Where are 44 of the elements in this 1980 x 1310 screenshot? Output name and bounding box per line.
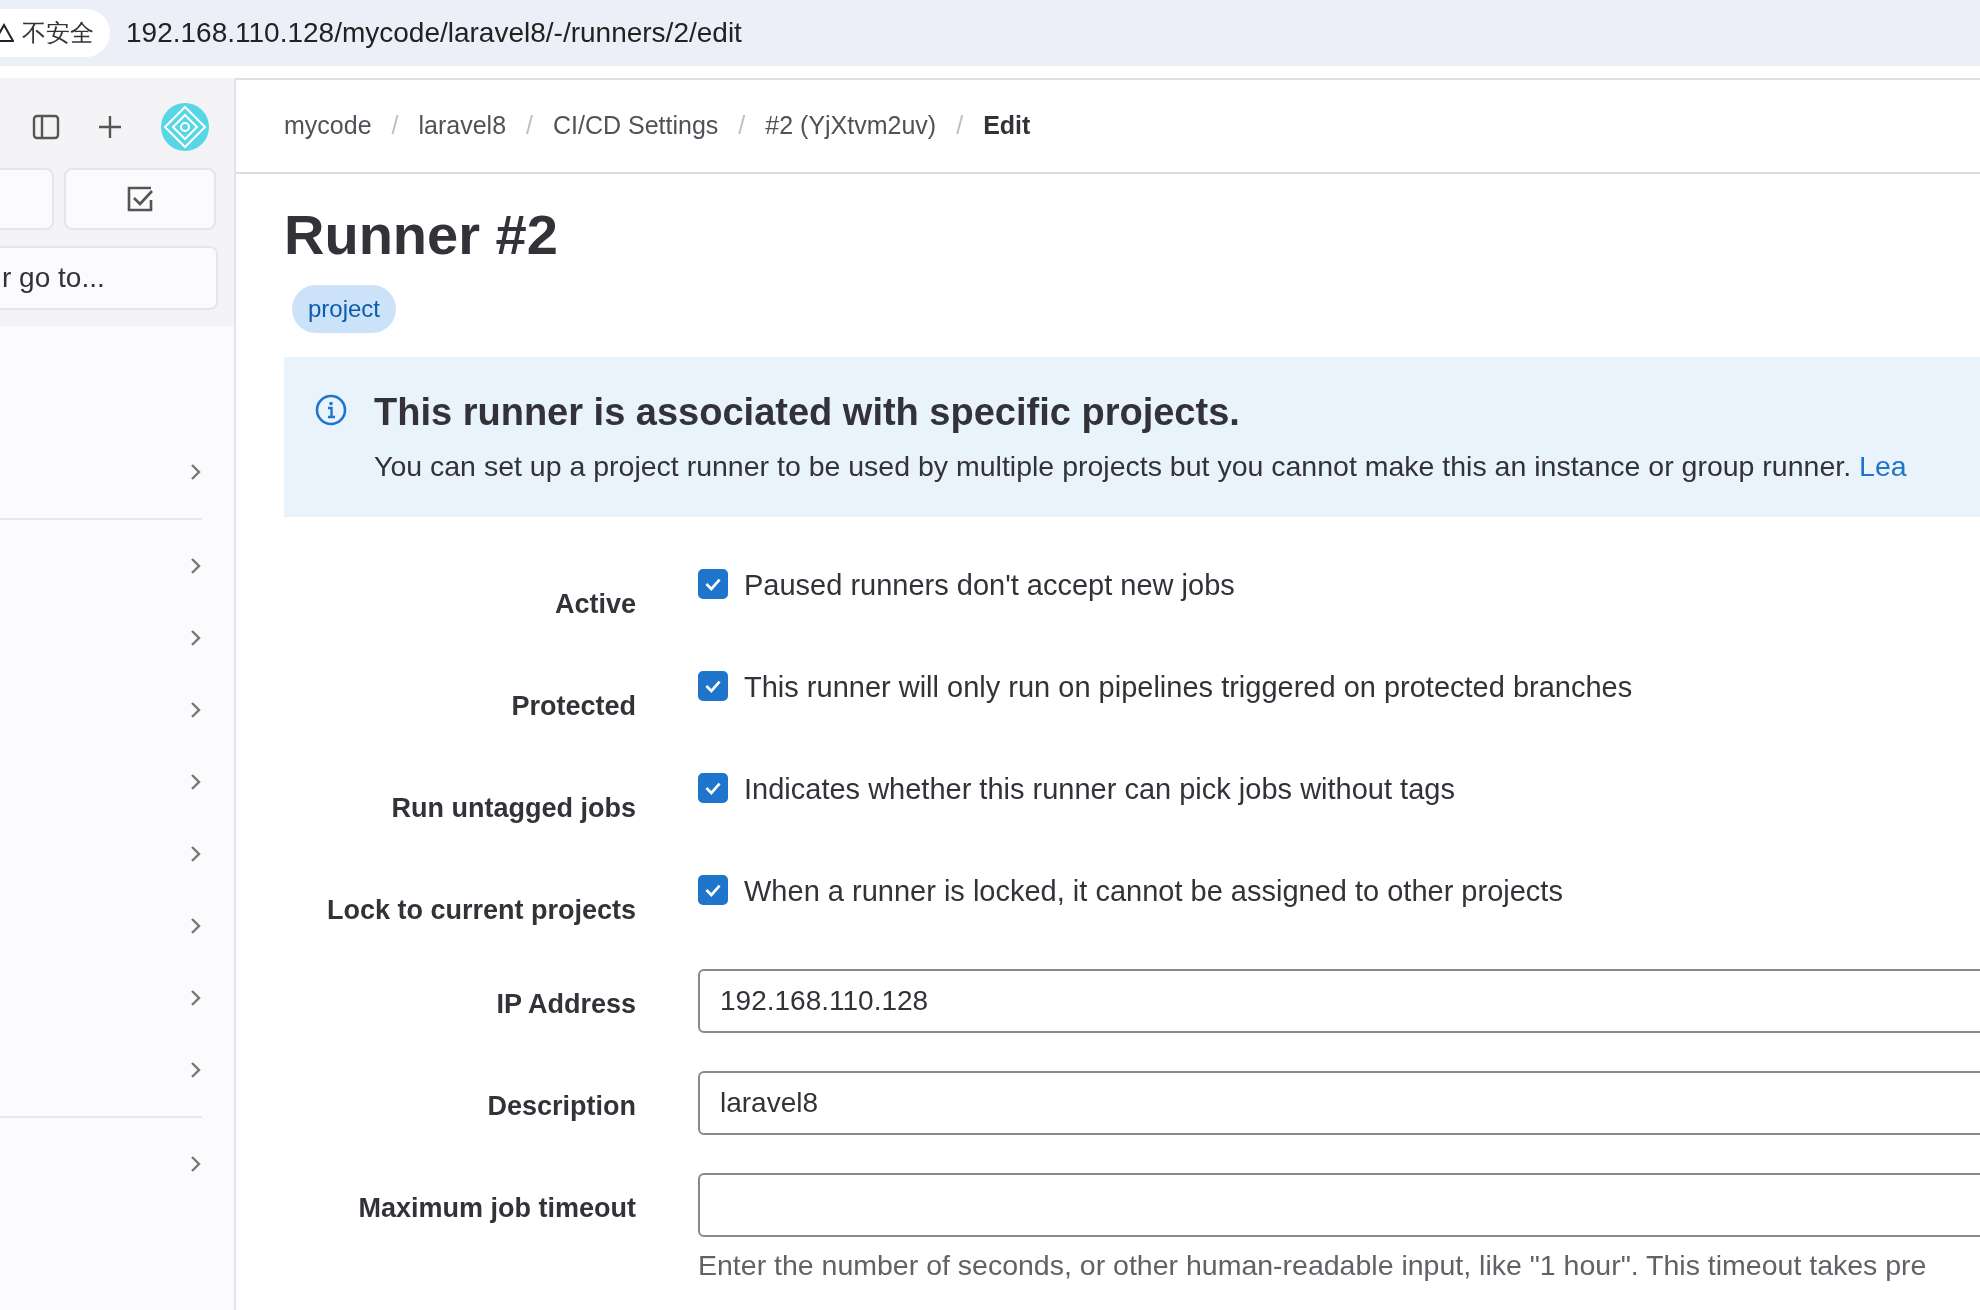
avatar-icon[interactable]	[160, 102, 210, 152]
checkbox[interactable]	[698, 875, 728, 905]
field-label: Lock to current projects	[325, 894, 636, 927]
warning-icon	[0, 23, 14, 43]
field-label: Run untagged jobs	[390, 792, 636, 825]
checkbox-icon	[125, 184, 155, 214]
breadcrumb-separator: /	[738, 110, 746, 140]
checkbox[interactable]	[698, 671, 728, 701]
field-label: Maximum job timeout	[357, 1192, 636, 1225]
todo-button[interactable]	[64, 168, 216, 230]
field-label: IP Address	[495, 988, 636, 1021]
sidebar-toggle-icon[interactable]	[32, 113, 60, 141]
breadcrumb-link[interactable]: #2 (YjXtvm2uv)	[765, 110, 937, 140]
breadcrumb-link[interactable]: CI/CD Settings	[553, 110, 719, 140]
breadcrumb-separator: /	[391, 110, 399, 140]
help-text: Enter the number of seconds, or other human-readable input, like "1 hour". This timeout takes pre	[698, 1249, 1928, 1282]
breadcrumb-separator: /	[526, 110, 533, 140]
field-label: Active	[553, 588, 636, 621]
learn-more-link[interactable]: Lea	[1859, 450, 1907, 482]
breadcrumb-link[interactable]: Edit	[983, 110, 1031, 140]
plus-icon[interactable]	[96, 113, 124, 141]
security-indicator[interactable]: 不安全	[0, 9, 110, 57]
field-label: Protected	[510, 690, 636, 723]
text-input[interactable]: laravel8	[698, 1071, 1980, 1135]
alert-title: This runner is associated with specific projects.	[374, 391, 1241, 434]
alert-text: You can set up a project runner to be used by multiple projects but you cannot make this an instance or group runner.	[374, 450, 1852, 482]
checkbox-label: When a runner is locked, it cannot be assigned to other projects	[744, 875, 1563, 907]
runner-type-badge: project	[292, 285, 397, 333]
security-label: 不安全	[22, 18, 94, 48]
checkbox[interactable]	[698, 773, 728, 803]
checkbox-label: Indicates whether this runner can pick jobs without tags	[744, 773, 1455, 805]
search-field[interactable]: r go to...	[0, 246, 218, 310]
breadcrumb-link[interactable]: laravel8	[418, 110, 507, 140]
checkbox-label: This runner will only run on pipelines triggered on protected branches	[744, 671, 1633, 703]
checkbox[interactable]	[698, 569, 728, 599]
page-title: Runner #2	[284, 202, 559, 267]
text-input[interactable]: 192.168.110.128	[698, 969, 1980, 1033]
text-input[interactable]	[698, 1173, 1980, 1237]
address-bar[interactable]: 192.168.110.128/mycode/laravel8/-/runners/2/edit	[126, 17, 742, 49]
checkbox-label: Paused runners don't accept new jobs	[744, 569, 1235, 601]
breadcrumb-link[interactable]: mycode	[284, 110, 372, 140]
breadcrumb-separator: /	[956, 110, 964, 140]
info-icon	[314, 393, 348, 427]
field-label: Description	[486, 1090, 636, 1123]
